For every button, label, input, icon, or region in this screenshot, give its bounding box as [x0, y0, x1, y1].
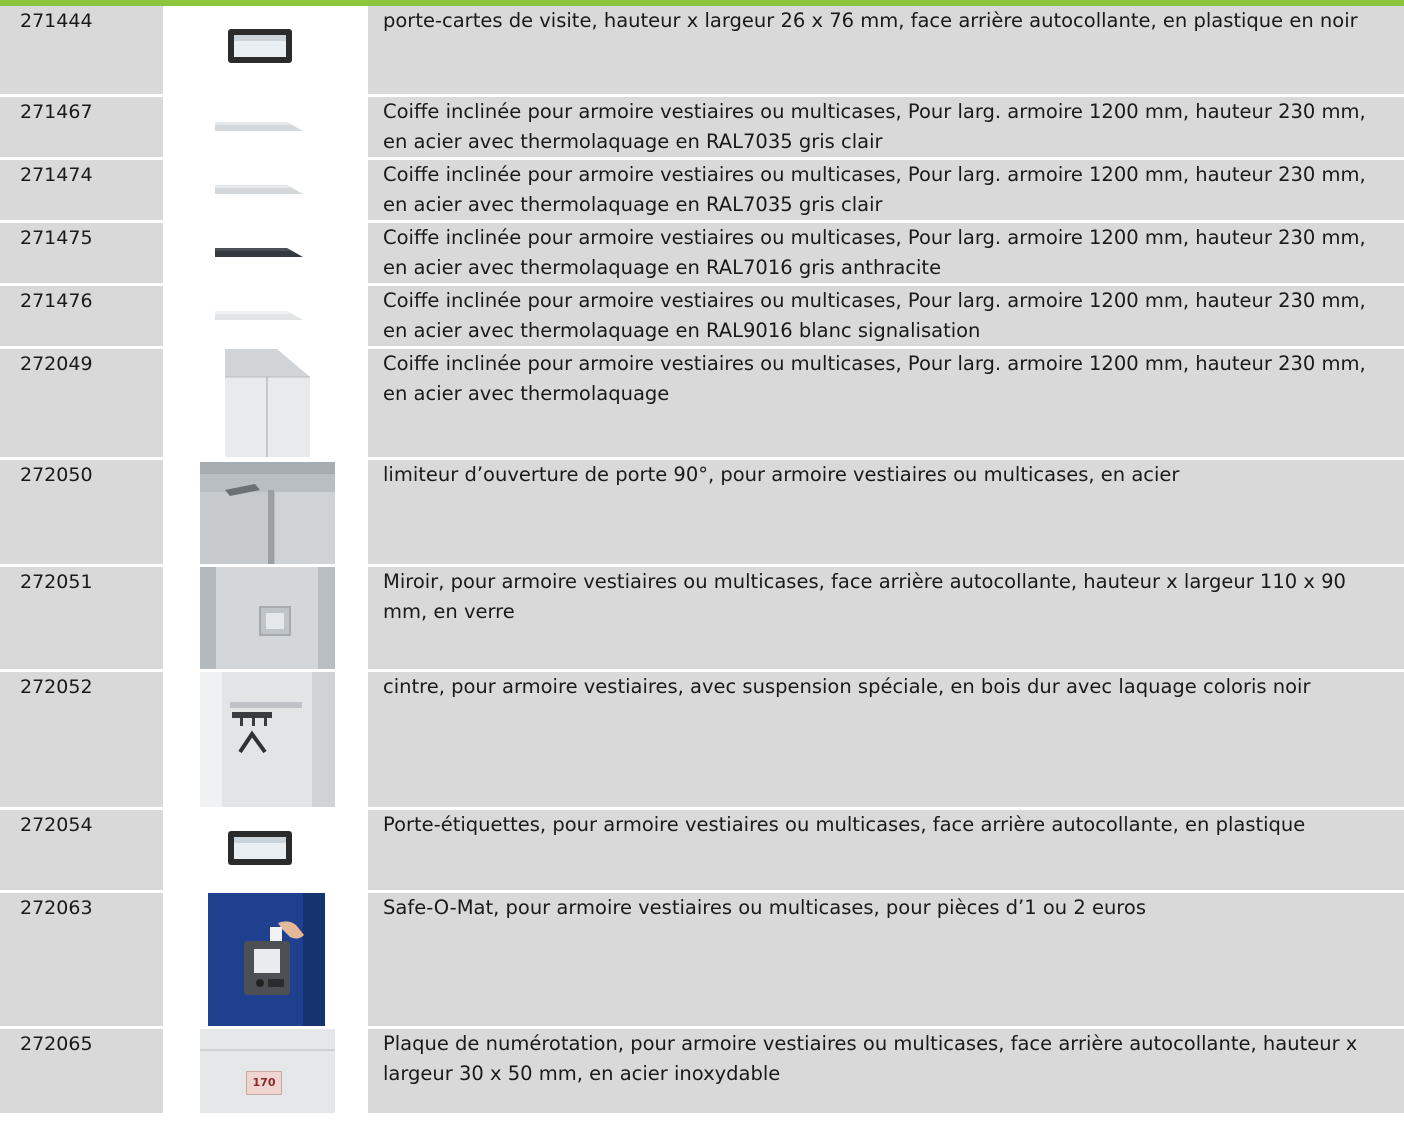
article-number: 271475	[0, 223, 163, 283]
article-number: 271467	[0, 97, 163, 157]
article-number: 272050	[0, 460, 163, 564]
product-description: cintre, pour armoire vestiaires, avec su…	[368, 672, 1404, 807]
table-row: 272063 Safe-O-Mat, pour armoire vestiair…	[0, 893, 1404, 1026]
number-plate-label: 170	[252, 1076, 276, 1089]
anthracite-sloped-top-image	[167, 223, 364, 283]
article-number: 271474	[0, 160, 163, 220]
article-number: 272065	[0, 1029, 163, 1113]
article-number: 272049	[0, 349, 163, 457]
safe-o-mat-image	[167, 893, 364, 1026]
locker-sloped-top-image	[167, 349, 364, 457]
table-row: 272049 Coiffe inclinée pour armoire vest…	[0, 349, 1404, 457]
product-description: Coiffe inclinée pour armoire vestiaires …	[368, 349, 1404, 457]
product-table: 271444 porte-cartes de visite, hauteur x…	[0, 6, 1404, 1113]
light-grey-sloped-top-image	[167, 97, 364, 157]
article-number: 271444	[0, 6, 163, 94]
product-description: Coiffe inclinée pour armoire vestiaires …	[368, 97, 1404, 157]
table-row: 272052 cintre, pour armoire vestiaires, …	[0, 672, 1404, 807]
light-grey-sloped-top-image	[167, 160, 364, 220]
label-holder-image	[167, 810, 364, 890]
article-number: 272052	[0, 672, 163, 807]
black-label-holder-image	[167, 6, 364, 94]
table-row: 272050 limiteur d’ouverture de porte 90°…	[0, 460, 1404, 564]
article-number: 272054	[0, 810, 163, 890]
table-row: 271467 Coiffe inclinée pour armoire vest…	[0, 97, 1404, 157]
product-description: Coiffe inclinée pour armoire vestiaires …	[368, 160, 1404, 220]
product-description: porte-cartes de visite, hauteur x largeu…	[368, 6, 1404, 94]
number-plate-image: 170	[167, 1029, 364, 1113]
table-row: 271474 Coiffe inclinée pour armoire vest…	[0, 160, 1404, 220]
article-number: 272063	[0, 893, 163, 1026]
table-row: 272065 170 Plaque de numérotation, pour …	[0, 1029, 1404, 1113]
table-row: 272054 Porte-étiquettes, pour armoire ve…	[0, 810, 1404, 890]
table-row: 272051 Miroir, pour armoire vestiaires o…	[0, 567, 1404, 669]
article-number: 271476	[0, 286, 163, 346]
article-number: 272051	[0, 567, 163, 669]
table-row: 271476 Coiffe inclinée pour armoire vest…	[0, 286, 1404, 346]
product-description: Plaque de numérotation, pour armoire ves…	[368, 1029, 1404, 1113]
table-row: 271444 porte-cartes de visite, hauteur x…	[0, 6, 1404, 94]
product-description: Coiffe inclinée pour armoire vestiaires …	[368, 286, 1404, 346]
door-limiter-image	[167, 460, 364, 564]
locker-panel-edge	[200, 1049, 335, 1051]
number-plate-photo: 170	[200, 1029, 335, 1113]
mirror-image	[167, 567, 364, 669]
product-description: Coiffe inclinée pour armoire vestiaires …	[368, 223, 1404, 283]
product-description: Miroir, pour armoire vestiaires ou multi…	[368, 567, 1404, 669]
product-description: Porte-étiquettes, pour armoire vestiaire…	[368, 810, 1404, 890]
table-row: 271475 Coiffe inclinée pour armoire vest…	[0, 223, 1404, 283]
white-sloped-top-image	[167, 286, 364, 346]
product-description: limiteur d’ouverture de porte 90°, pour …	[368, 460, 1404, 564]
product-description: Safe-O-Mat, pour armoire vestiaires ou m…	[368, 893, 1404, 1026]
hanger-image	[167, 672, 364, 807]
number-plate: 170	[246, 1071, 282, 1095]
